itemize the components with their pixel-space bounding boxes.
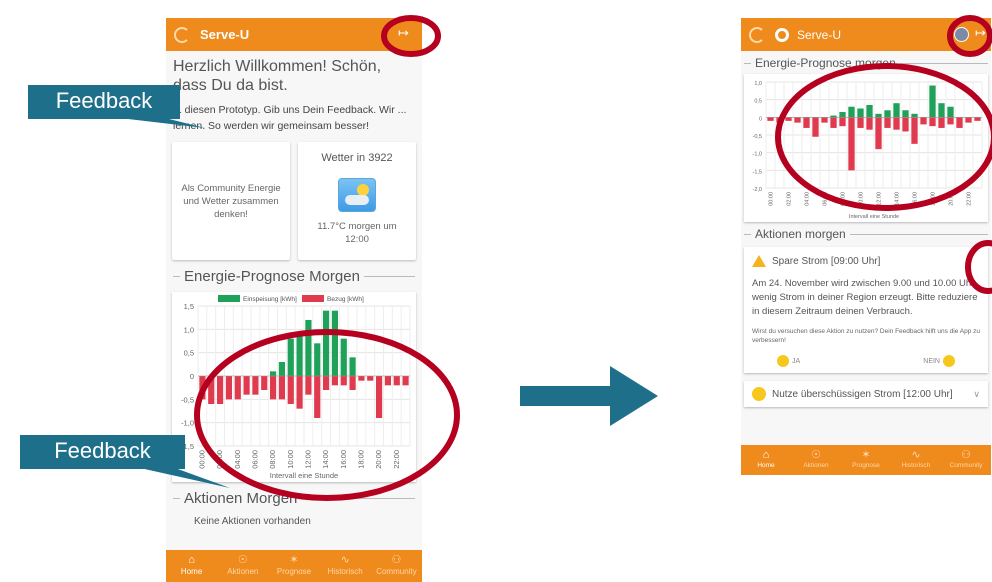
callout-tail xyxy=(120,118,205,128)
highlight-circle xyxy=(194,329,460,501)
transition-arrow-icon xyxy=(520,366,658,426)
highlight-circle xyxy=(381,15,441,57)
callout-tail xyxy=(140,468,230,488)
annotation-overlay xyxy=(120,15,992,501)
highlight-circle xyxy=(775,63,992,211)
highlight-circle xyxy=(965,240,992,294)
highlight-circle xyxy=(947,15,992,57)
